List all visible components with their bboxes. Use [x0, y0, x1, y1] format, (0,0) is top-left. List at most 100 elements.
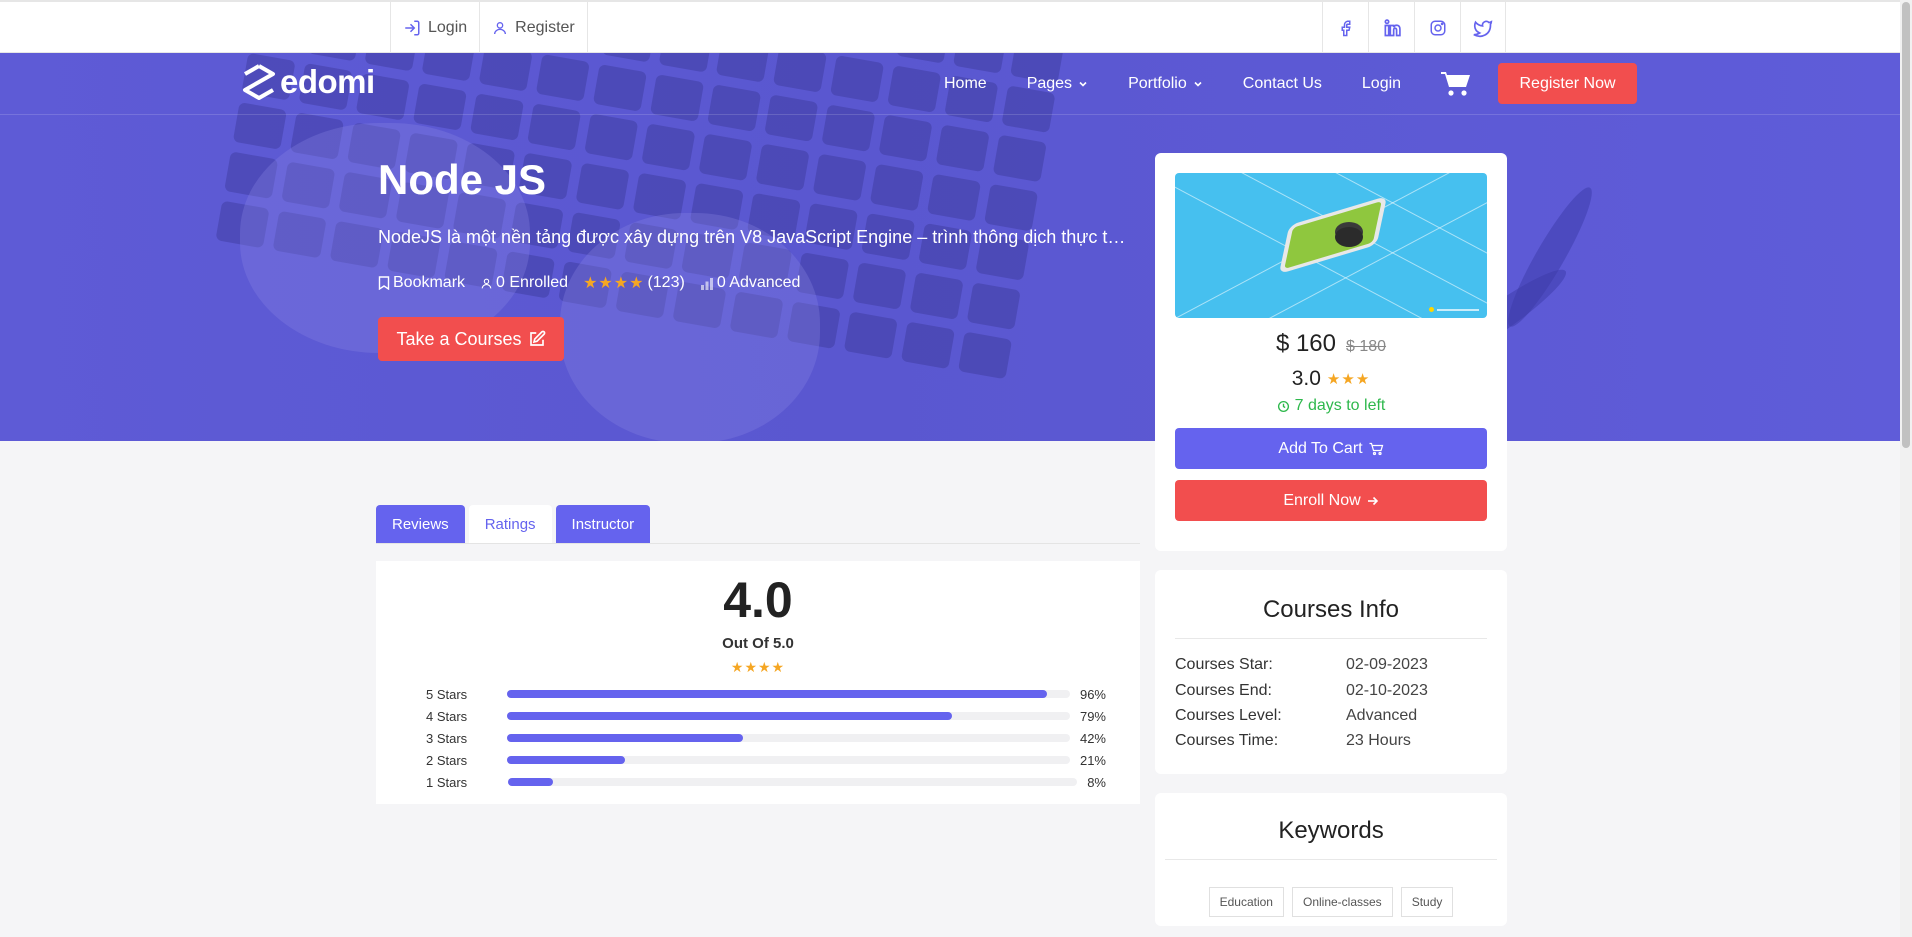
- nav-login-label: Login: [1361, 75, 1402, 92]
- scrollbar-thumb[interactable]: [1902, 2, 1910, 448]
- take-course-button[interactable]: Take a Courses: [378, 317, 564, 361]
- rating-bar-fill: [506, 712, 952, 720]
- page-scrollbar[interactable]: [1900, 0, 1912, 937]
- keyword-tag[interactable]: Online-classes: [1291, 887, 1393, 917]
- rating-bar-row: 1 Stars 8%: [426, 774, 1106, 790]
- level-bars-icon: [700, 277, 713, 290]
- nav-menu: Home Pages Portfolio Contact Us Login: [944, 53, 1511, 115]
- bookmark-button[interactable]: Bookmark: [378, 274, 465, 292]
- thumb-cookie: [1335, 227, 1363, 247]
- tab-ratings[interactable]: Ratings: [468, 505, 552, 543]
- instagram-link[interactable]: [1414, 2, 1460, 53]
- nav-contact-label: Contact Us: [1242, 75, 1322, 92]
- course-tabs: Reviews Ratings Instructor: [376, 505, 651, 543]
- nav-cart-button[interactable]: [1441, 71, 1471, 97]
- nav-portfolio[interactable]: Portfolio: [1128, 75, 1203, 93]
- nav-login[interactable]: Login: [1362, 75, 1401, 93]
- courses-info-title: Courses Info: [1262, 596, 1400, 623]
- top-bar: Login Register: [0, 0, 1900, 53]
- login-icon: [405, 20, 420, 35]
- facebook-link[interactable]: [1322, 2, 1368, 53]
- rating-bar-label: 1 Stars: [426, 774, 468, 790]
- twitter-link[interactable]: [1460, 2, 1506, 53]
- nav-pages-label: Pages: [1026, 75, 1073, 92]
- site-logo[interactable]: edomi: [242, 63, 375, 101]
- enrolled-label: 0 Enrolled: [496, 274, 569, 291]
- course-description: NodeJS là một nền tảng được xây dựng trê…: [378, 227, 1134, 247]
- info-value: 02-10-2023: [1346, 682, 1428, 699]
- tab-divider: [376, 543, 1140, 544]
- tab-instructor[interactable]: Instructor: [555, 505, 651, 543]
- rating-bar-percent: 21%: [1079, 752, 1106, 768]
- keywords-card: Keywords Education Online-classes Study: [1155, 793, 1507, 926]
- card-rating-stars: ★★★: [1326, 371, 1371, 388]
- keywords-title: Keywords: [1278, 817, 1384, 844]
- keyword-tag[interactable]: Education: [1208, 887, 1284, 917]
- info-row-level: Courses Level: Advanced: [1175, 707, 1417, 725]
- rating-bar-fill: [506, 756, 626, 764]
- bookmark-label: Bookmark: [393, 274, 466, 291]
- top-register-link[interactable]: Register: [479, 2, 588, 53]
- rating-bar-percent: 8%: [1087, 774, 1106, 790]
- top-login-label: Login: [428, 18, 468, 36]
- rating-bar-track: [507, 778, 1078, 786]
- user-icon: [494, 21, 507, 34]
- rating-bar-label: 5 Stars: [426, 686, 468, 702]
- logo-mark-icon: [243, 64, 275, 100]
- arrow-right-icon: [1367, 496, 1378, 505]
- tab-reviews[interactable]: Reviews: [376, 505, 465, 543]
- rating-bar-percent: 42%: [1079, 730, 1106, 746]
- review-count: (123): [647, 274, 685, 291]
- keyword-tag[interactable]: Study: [1400, 887, 1454, 917]
- instagram-icon: [1430, 20, 1445, 35]
- bookmark-icon: [378, 276, 390, 290]
- rating-bar-label: 2 Stars: [426, 752, 468, 768]
- main-nav: edomi Home Pages Portfolio Contact Us Lo…: [0, 53, 1900, 115]
- cart-icon: [1441, 72, 1471, 96]
- course-rating: ★★★★ (123): [583, 273, 685, 293]
- rating-bar-fill: [506, 734, 744, 742]
- add-to-cart-button[interactable]: Add To Cart: [1175, 428, 1487, 469]
- course-thumbnail: [1175, 173, 1487, 318]
- info-label: Courses Level:: [1175, 707, 1282, 724]
- chevron-down-icon: [1194, 81, 1202, 87]
- add-to-cart-label: Add To Cart: [1278, 439, 1363, 457]
- facebook-icon: [1341, 20, 1351, 36]
- edit-icon: [529, 330, 545, 346]
- rating-bar-percent: 96%: [1079, 686, 1106, 702]
- info-value: 23 Hours: [1346, 732, 1411, 749]
- cart-icon: [1369, 442, 1383, 455]
- top-register-label: Register: [515, 18, 575, 36]
- twitter-icon: [1473, 19, 1493, 37]
- overall-stars: ★★★★: [730, 659, 786, 675]
- overall-score: 4.0: [723, 572, 793, 628]
- current-price: $ 160: [1275, 330, 1336, 357]
- course-price: $ 160 $ 180: [1155, 330, 1507, 358]
- register-now-button[interactable]: Register Now: [1498, 63, 1637, 104]
- card-rating-value: 3.0: [1291, 367, 1321, 390]
- courses-info-card: Courses Info Courses Star: 02-09-2023 Co…: [1155, 570, 1507, 774]
- nav-pages[interactable]: Pages: [1027, 75, 1088, 93]
- old-price: $ 180: [1346, 338, 1387, 355]
- rating-bar-label: 4 Stars: [426, 708, 468, 724]
- linkedin-link[interactable]: [1368, 2, 1414, 53]
- course-title: Node JS: [378, 156, 547, 203]
- top-login-link[interactable]: Login: [390, 2, 479, 53]
- nav-contact[interactable]: Contact Us: [1243, 75, 1322, 93]
- nav-home[interactable]: Home: [944, 75, 987, 93]
- logo-text: edomi: [280, 63, 375, 100]
- enroll-now-button[interactable]: Enroll Now: [1175, 480, 1487, 521]
- nav-portfolio-label: Portfolio: [1128, 75, 1187, 92]
- rating-bar-fill: [506, 690, 1048, 698]
- nav-home-label: Home: [944, 75, 987, 92]
- rating-bar-track: [506, 756, 1070, 764]
- card-rating: 3.0 ★★★: [1155, 367, 1507, 391]
- enroll-now-label: Enroll Now: [1283, 491, 1361, 509]
- clock-icon: [1277, 400, 1289, 412]
- info-row-start: Courses Star: 02-09-2023: [1175, 656, 1428, 674]
- rating-bar-track: [506, 690, 1070, 698]
- info-row-end: Courses End: 02-10-2023: [1175, 682, 1428, 700]
- rating-stars: ★★★★: [583, 275, 645, 292]
- days-left-label: 7 days to left: [1294, 397, 1386, 414]
- chevron-down-icon: [1079, 81, 1087, 87]
